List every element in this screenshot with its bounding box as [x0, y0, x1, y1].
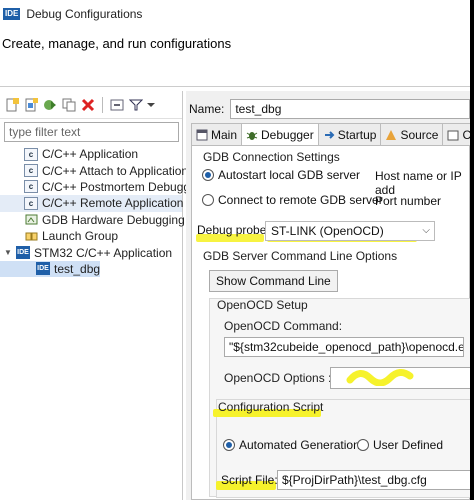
new-configuration-icon[interactable] [4, 97, 20, 113]
ide-icon: IDE [16, 246, 30, 260]
title-bar: IDE Debug Configurations [0, 0, 470, 27]
script-file-label: Script File: [221, 473, 278, 487]
tree-item-launch-group[interactable]: Launch Group [0, 228, 182, 244]
window-title: Debug Configurations [26, 6, 143, 21]
openocd-options-label: OpenOCD Options : [224, 371, 332, 385]
tab-label: Source [400, 127, 439, 142]
radio-selected-icon [223, 439, 235, 451]
debug-configurations-window: IDE Debug Configurations Create, manage,… [0, 0, 470, 500]
autostart-label: Autostart local GDB server [218, 168, 361, 182]
header-text: Create, manage, and run configurations [2, 36, 232, 51]
tab-label: Main [211, 127, 238, 142]
delete-icon[interactable] [80, 97, 96, 113]
debugger-tab-body: GDB Connection Settings Autostart local … [191, 145, 470, 500]
scribble-annotation [346, 369, 414, 386]
autostart-radio[interactable]: Autostart local GDB server [202, 168, 360, 182]
toolbar-separator [102, 96, 103, 113]
tab-label: Debugger [261, 128, 314, 142]
configuration-script-title: Configuration Script [218, 400, 324, 414]
tree-item-label: test_dbg [54, 261, 101, 276]
radio-selected-icon [202, 169, 214, 181]
radio-unselected-icon [202, 194, 214, 206]
automated-generation-label: Automated Generation [239, 438, 360, 452]
tree-item-label: GDB Hardware Debugging [42, 212, 185, 227]
c-icon: c [24, 147, 38, 161]
user-defined-radio[interactable]: User Defined [357, 438, 443, 452]
openocd-setup-title: OpenOCD Setup [217, 298, 308, 312]
tree-item-c-application[interactable]: c C/C++ Application [0, 146, 182, 162]
tab-source[interactable]: Source [380, 123, 444, 145]
dialog-header: Create, manage, and run configurations [0, 27, 470, 87]
tree-item-stm32[interactable]: ▼ IDE STM32 C/C++ Application [0, 244, 182, 260]
radio-unselected-icon [357, 439, 369, 451]
openocd-options-input[interactable] [330, 367, 470, 389]
tree-item-c-remote[interactable]: c C/C++ Remote Application [0, 195, 184, 212]
source-icon [385, 129, 397, 141]
tree-item-label: Launch Group [42, 229, 119, 244]
tree-item-label: STM32 C/C++ Application [34, 245, 173, 260]
port-label: Port number [375, 194, 442, 208]
tree-item-gdb-hardware[interactable]: GDB Hardware Debugging [0, 212, 185, 228]
config-toolbar [0, 91, 182, 119]
tab-main[interactable]: Main [191, 123, 243, 145]
host-label: Host name or IP add [375, 169, 462, 197]
new-prototype-icon[interactable] [23, 97, 39, 113]
configuration-script-group: Configuration Script Automated Generatio… [213, 399, 470, 498]
openocd-command-label: OpenOCD Command: [224, 319, 343, 333]
openocd-command-input[interactable]: "${stm32cubeide_openocd_path}\openocd.ex… [224, 337, 464, 357]
app-icon: IDE [3, 7, 21, 20]
tree-item-label: C/C++ Postmortem Debugger [42, 179, 201, 194]
tree-item-label: C/C++ Application [42, 147, 139, 162]
tree-item-test-dbg[interactable]: IDE test_dbg [0, 260, 101, 278]
name-input[interactable]: test_dbg [230, 99, 470, 119]
name-label: Name: [189, 102, 225, 116]
debug-probe-select[interactable]: ST-LINK (OpenOCD) ⌵ [265, 221, 435, 241]
connect-remote-label: Connect to remote GDB server [218, 193, 383, 207]
gdb-icon [24, 213, 38, 226]
configuration-tree: c C/C++ Application c C/C++ Attach to Ap… [0, 146, 201, 278]
chevron-down-icon: ⌵ [422, 225, 430, 236]
collapse-chevron-icon[interactable]: ▼ [4, 248, 14, 257]
debug-probe-value: ST-LINK (OpenOCD) [271, 224, 384, 238]
common-icon [447, 129, 459, 141]
configuration-list-pane: type filter text c C/C++ Application c C… [0, 91, 201, 500]
user-defined-label: User Defined [373, 438, 444, 452]
filter-icon[interactable] [128, 97, 144, 113]
tab-debugger[interactable]: Debugger [241, 123, 319, 146]
collapse-all-icon[interactable] [109, 97, 125, 113]
tab-common[interactable]: Co [442, 123, 470, 145]
export-icon[interactable] [42, 97, 58, 113]
tab-label: Startup [337, 127, 377, 142]
gdb-server-options-title: GDB Server Command Line Options [203, 249, 398, 263]
tree-item-c-attach[interactable]: c C/C++ Attach to Application [0, 162, 188, 178]
filter-dropdown-icon[interactable] [147, 97, 155, 113]
startup-icon [323, 129, 335, 141]
name-row: Name: test_dbg [189, 99, 470, 119]
config-tabs: Main Debugger Startup Source C [191, 123, 470, 146]
tree-item-c-postmortem[interactable]: c C/C++ Postmortem Debugger [0, 179, 201, 195]
tree-item-label: C/C++ Attach to Application [42, 163, 189, 178]
ide-icon: IDE [36, 262, 50, 276]
script-file-input[interactable]: ${ProjDirPath}\test_dbg.cfg [277, 470, 470, 490]
openocd-setup-group: OpenOCD Setup OpenOCD Command: "${stm32c… [209, 298, 470, 498]
c-icon: c [24, 164, 38, 178]
c-icon: c [24, 180, 38, 194]
tree-item-label: C/C++ Remote Application [42, 196, 184, 211]
bug-icon [246, 129, 258, 141]
filter-input[interactable]: type filter text [4, 122, 179, 142]
connect-remote-radio[interactable]: Connect to remote GDB server [202, 193, 383, 207]
duplicate-icon[interactable] [61, 97, 77, 113]
launch-group-icon [24, 230, 38, 243]
c-icon: c [24, 196, 38, 210]
debug-probe-label: Debug probe [197, 223, 267, 237]
main-tab-icon [196, 129, 208, 141]
show-command-line-button[interactable]: Show Command Line [209, 270, 338, 292]
tab-startup[interactable]: Startup [317, 123, 382, 145]
automated-generation-radio[interactable]: Automated Generation [223, 438, 360, 452]
gdb-connection-title: GDB Connection Settings [203, 150, 340, 164]
tab-label: Co [462, 127, 470, 142]
configuration-editor-pane: Name: test_dbg Main Debugger Startup Sou… [186, 91, 470, 500]
